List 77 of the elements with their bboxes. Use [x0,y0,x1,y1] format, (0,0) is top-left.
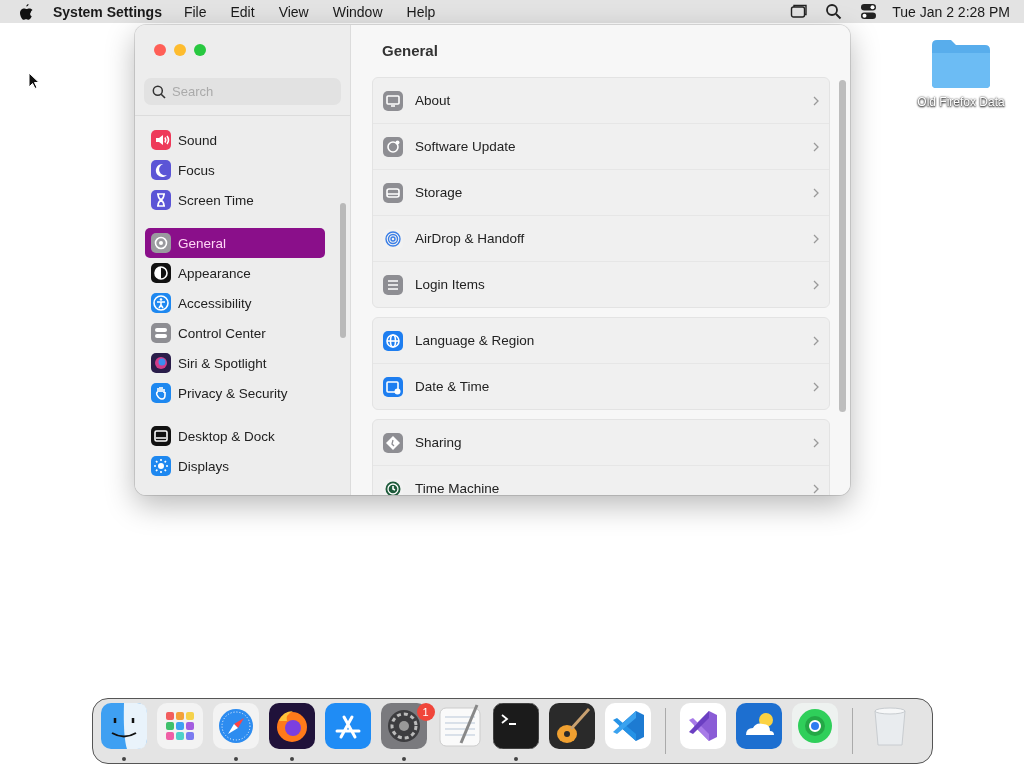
chevron-icon [813,95,819,106]
terminal-icon[interactable] [492,703,539,749]
list-icon [383,274,403,295]
menu-item[interactable]: Edit [230,3,255,20]
settings-row[interactable]: Storage [373,169,829,215]
ribbon-icon[interactable] [679,703,726,749]
settings-row[interactable]: Software Update [373,123,829,169]
compass-icon[interactable] [212,703,259,749]
settings-row[interactable]: Language & Region [373,318,829,363]
settings-row[interactable]: AirDrop & Handoff [373,215,829,261]
sidebar-item[interactable]: Control Center [145,318,325,348]
chevron-icon [813,233,819,244]
hand-icon [151,383,171,403]
chevron-icon [813,437,819,448]
sidebar-item[interactable]: Desktop & Dock [145,421,325,451]
chevron-icon [813,335,819,346]
toggle-icon [151,323,171,343]
close-button[interactable] [154,44,166,56]
menu-item[interactable]: Help [406,3,436,20]
menu-item[interactable]: File [183,3,207,20]
sidebar-item[interactable]: Displays [145,451,325,481]
guitar-icon[interactable] [548,703,595,749]
settings-row[interactable]: Login Items [373,261,829,307]
globe-icon [383,330,403,351]
ribbon-icon[interactable] [604,703,651,749]
scrollbar-thumb[interactable] [340,203,346,338]
control-center-icon[interactable] [860,3,879,20]
window-stack-icon[interactable] [790,3,809,20]
sun-icon [151,456,171,476]
mouse-pointer-icon [28,72,40,90]
sidebar-item[interactable]: General [145,228,325,258]
drive-icon [383,182,403,203]
monitor-icon [383,90,403,111]
diamond-icon [383,432,403,453]
moon-icon [151,160,171,180]
sidebar-item[interactable]: Privacy & Security [145,378,325,408]
settings-row[interactable]: Time Machine [373,465,829,495]
hourglass-icon [151,190,171,210]
chevron-icon [813,381,819,392]
app-menu[interactable]: System Settings [53,3,162,20]
screen-icon [151,426,171,446]
signal-rings-icon [383,228,403,249]
face-icon[interactable] [100,703,147,749]
orb-icon [151,353,171,373]
a-shape-icon[interactable] [324,703,371,749]
menu-item[interactable]: Window [332,3,383,20]
pane-title: General [381,41,439,61]
sidebar-item[interactable]: Siri & Spotlight [145,348,325,378]
radar-icon[interactable] [791,703,838,749]
apple-menu-icon[interactable] [19,3,33,20]
fox-globe-icon[interactable] [268,703,315,749]
menu-bar-clock[interactable]: Tue Jan 2 2:28 PM [892,3,1010,20]
chevron-icon [813,483,819,494]
half-circle-icon [151,263,171,283]
app-grid-icon[interactable] [156,703,203,749]
folder-label[interactable]: Old Firefox Data [917,95,1005,109]
folder-icon[interactable] [930,37,992,89]
calendar-icon [383,376,403,397]
settings-row[interactable]: About [373,78,829,123]
sidebar-item[interactable]: Focus [145,155,325,185]
settings-row[interactable]: Sharing [373,420,829,465]
notepad-icon[interactable] [436,703,483,749]
menu-item[interactable]: View [278,3,309,20]
chevron-icon [813,279,819,290]
speaker-icon [151,130,171,150]
settings-row[interactable]: Date & Time [373,363,829,409]
search-icon[interactable] [825,3,844,20]
sidebar-item[interactable]: Accessibility [145,288,325,318]
sidebar-item[interactable]: Sound [145,125,325,155]
chevron-icon [813,187,819,198]
cloud-sun-icon[interactable] [735,703,782,749]
search-field[interactable]: Search [144,78,341,105]
scrollbar-thumb[interactable] [839,80,846,412]
sidebar-item[interactable]: Screen Time [145,185,325,215]
chevron-icon [813,141,819,152]
person-icon [151,293,171,313]
sidebar-item[interactable]: Appearance [145,258,325,288]
